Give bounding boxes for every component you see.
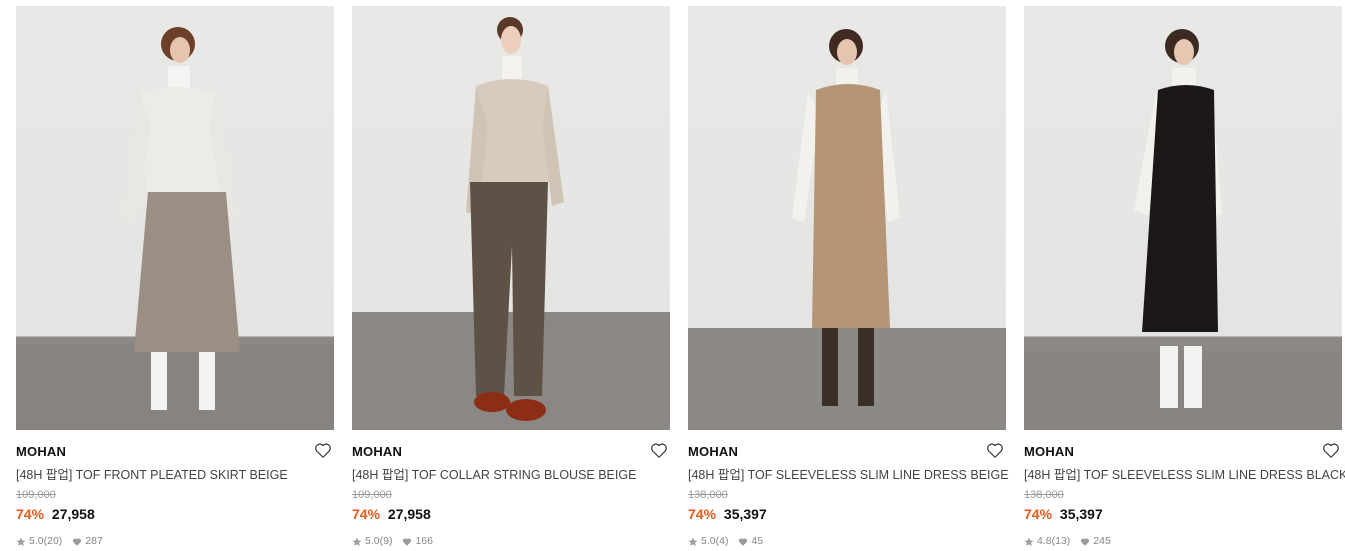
- review-count: (13): [1051, 535, 1071, 547]
- product-name[interactable]: [48H 팝업] TOF COLLAR STRING BLOUSE BEIGE: [352, 467, 670, 483]
- sale-price: 35,397: [1059, 506, 1103, 522]
- product-info: MOHAN [48H 팝업] TOF COLLAR STRING BLOUSE …: [352, 430, 670, 548]
- star-icon: [688, 537, 698, 546]
- heart-filled-icon: [739, 537, 748, 546]
- heart-filled-icon: [73, 537, 82, 546]
- star-icon: [1024, 537, 1034, 546]
- brand-name[interactable]: MOHAN: [16, 444, 334, 460]
- product-info: MOHAN [48H 팝업] TOF FRONT PLEATED SKIRT B…: [16, 430, 334, 548]
- model-photo: [688, 29, 1006, 430]
- brand-name[interactable]: MOHAN: [1024, 444, 1342, 460]
- product-image[interactable]: [16, 6, 334, 430]
- price-row: 74% 27,958: [352, 506, 670, 523]
- model-photo: [352, 17, 670, 430]
- star-icon: [352, 537, 362, 546]
- heart-filled-icon: [1081, 537, 1090, 546]
- product-stats: 5.0 (20) 287: [16, 535, 334, 548]
- like-count: 287: [85, 535, 103, 547]
- wishlist-heart-icon[interactable]: [1322, 442, 1340, 459]
- rating-value: 4.8: [1037, 535, 1052, 547]
- price-row: 74% 35,397: [1024, 506, 1342, 523]
- rating-value: 5.0: [29, 535, 44, 547]
- model-photo: [16, 27, 334, 430]
- original-price: 138,000: [688, 489, 728, 501]
- price-row: 74% 35,397: [688, 506, 1006, 523]
- product-card[interactable]: MOHAN [48H 팝업] TOF SLEEVELESS SLIM LINE …: [1024, 6, 1345, 548]
- rating-value: 5.0: [701, 535, 716, 547]
- review-count: (9): [379, 535, 393, 547]
- brand-name[interactable]: MOHAN: [688, 444, 1006, 460]
- model-photo: [1024, 29, 1342, 430]
- product-image[interactable]: [688, 6, 1006, 430]
- original-price: 138,000: [1024, 489, 1064, 501]
- review-count: (4): [715, 535, 729, 547]
- product-info: MOHAN [48H 팝업] TOF SLEEVELESS SLIM LINE …: [1024, 430, 1345, 548]
- original-price: 109,000: [352, 489, 392, 501]
- product-stats: 5.0 (9) 166: [352, 535, 670, 548]
- sale-price: 27,958: [51, 506, 95, 522]
- product-name[interactable]: [48H 팝업] TOF FRONT PLEATED SKIRT BEIGE: [16, 467, 334, 483]
- star-icon: [16, 537, 26, 546]
- price-row: 74% 27,958: [16, 506, 334, 523]
- product-card[interactable]: MOHAN [48H 팝업] TOF SLEEVELESS SLIM LINE …: [688, 6, 1009, 548]
- wishlist-heart-icon[interactable]: [650, 442, 668, 459]
- product-image[interactable]: [1024, 6, 1342, 430]
- discount-rate: 74%: [1024, 506, 1053, 522]
- product-stats: 4.8 (13) 245: [1024, 535, 1342, 548]
- product-info: MOHAN [48H 팝업] TOF SLEEVELESS SLIM LINE …: [688, 430, 1009, 548]
- like-count: 245: [1093, 535, 1111, 547]
- original-price: 109,000: [16, 489, 56, 501]
- product-grid: MOHAN [48H 팝업] TOF FRONT PLEATED SKIRT B…: [0, 0, 1345, 551]
- product-image[interactable]: [352, 6, 670, 430]
- wishlist-heart-icon[interactable]: [986, 442, 1004, 459]
- brand-name[interactable]: MOHAN: [352, 444, 670, 460]
- heart-filled-icon: [403, 537, 412, 546]
- discount-rate: 74%: [352, 506, 381, 522]
- sale-price: 35,397: [723, 506, 767, 522]
- product-stats: 5.0 (4) 45: [688, 535, 1006, 548]
- discount-rate: 74%: [16, 506, 45, 522]
- review-count: (20): [43, 535, 63, 547]
- product-name[interactable]: [48H 팝업] TOF SLEEVELESS SLIM LINE DRESS …: [688, 467, 1009, 483]
- rating-value: 5.0: [365, 535, 380, 547]
- like-count: 166: [415, 535, 433, 547]
- discount-rate: 74%: [688, 506, 717, 522]
- wishlist-heart-icon[interactable]: [314, 442, 332, 459]
- product-name[interactable]: [48H 팝업] TOF SLEEVELESS SLIM LINE DRESS …: [1024, 467, 1345, 483]
- product-card[interactable]: MOHAN [48H 팝업] TOF FRONT PLEATED SKIRT B…: [16, 6, 334, 548]
- product-card[interactable]: MOHAN [48H 팝업] TOF COLLAR STRING BLOUSE …: [352, 6, 670, 548]
- like-count: 45: [751, 535, 764, 547]
- sale-price: 27,958: [387, 506, 431, 522]
